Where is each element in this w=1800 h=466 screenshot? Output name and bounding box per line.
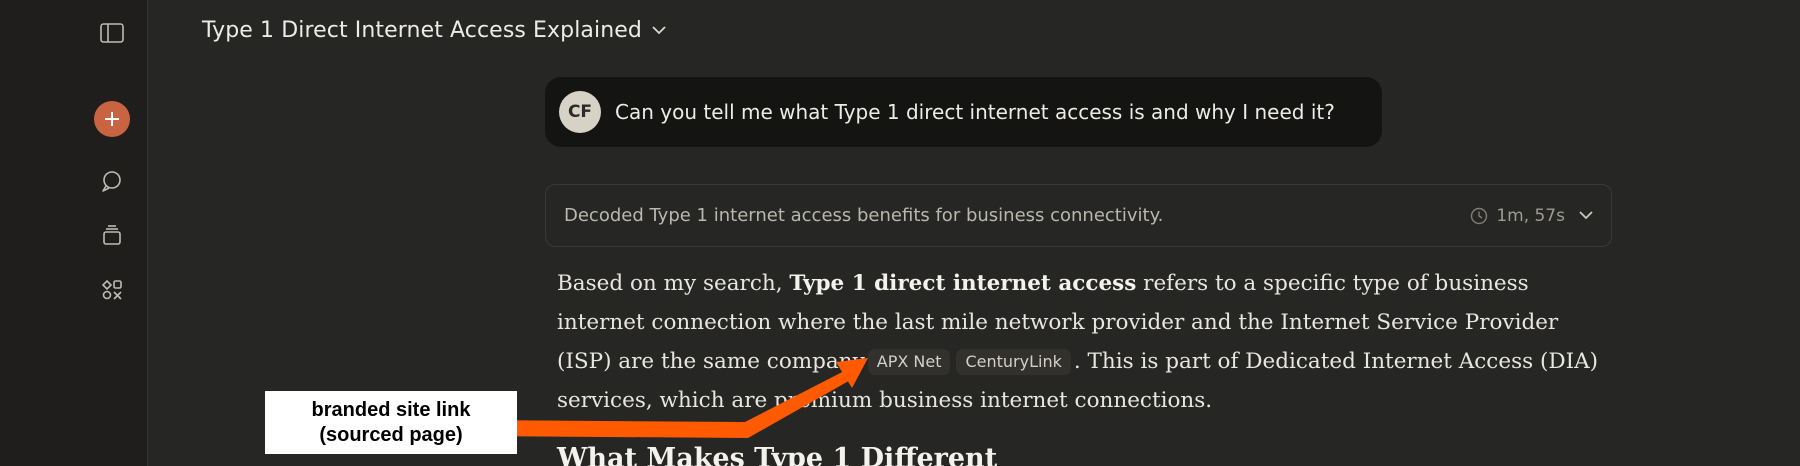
- sidebar-toggle-icon[interactable]: [94, 15, 130, 51]
- thinking-duration: 1m, 57s: [1496, 205, 1565, 226]
- annotation-callout: branded site link (sourced page): [265, 391, 517, 454]
- user-message-text: Can you tell me what Type 1 direct inter…: [615, 100, 1335, 124]
- answer-text: Based on my search,: [557, 271, 790, 296]
- answer-heading: What Makes Type 1 Different: [557, 443, 998, 466]
- sidebar: [0, 0, 148, 466]
- chevron-down-icon[interactable]: [1579, 211, 1593, 220]
- page-title: Type 1 Direct Internet Access Explained: [202, 18, 642, 43]
- thinking-summary[interactable]: Decoded Type 1 internet access benefits …: [545, 184, 1612, 247]
- thinking-meta: 1m, 57s: [1470, 185, 1593, 246]
- answer-bold-term: Type 1 direct internet access: [789, 271, 1137, 296]
- projects-icon[interactable]: [94, 217, 130, 253]
- avatar: CF: [559, 91, 601, 133]
- artifacts-icon[interactable]: [94, 272, 130, 308]
- source-chip-centurylink[interactable]: CenturyLink: [956, 349, 1071, 375]
- chat-icon[interactable]: [94, 163, 130, 199]
- user-message: CF Can you tell me what Type 1 direct in…: [545, 77, 1382, 147]
- plus-icon: [105, 112, 119, 126]
- assistant-answer: Based on my search, Type 1 direct intern…: [557, 264, 1607, 420]
- chat-title-dropdown[interactable]: Type 1 Direct Internet Access Explained: [202, 18, 666, 43]
- chevron-down-icon: [652, 26, 666, 35]
- annotation-line-1: branded site link: [311, 398, 471, 421]
- new-chat-button[interactable]: [94, 101, 130, 137]
- clock-icon: [1471, 207, 1488, 224]
- annotation-line-2: (sourced page): [319, 423, 463, 446]
- source-chip-apx-net[interactable]: APX Net: [867, 349, 951, 375]
- thinking-summary-text: Decoded Type 1 internet access benefits …: [564, 205, 1164, 226]
